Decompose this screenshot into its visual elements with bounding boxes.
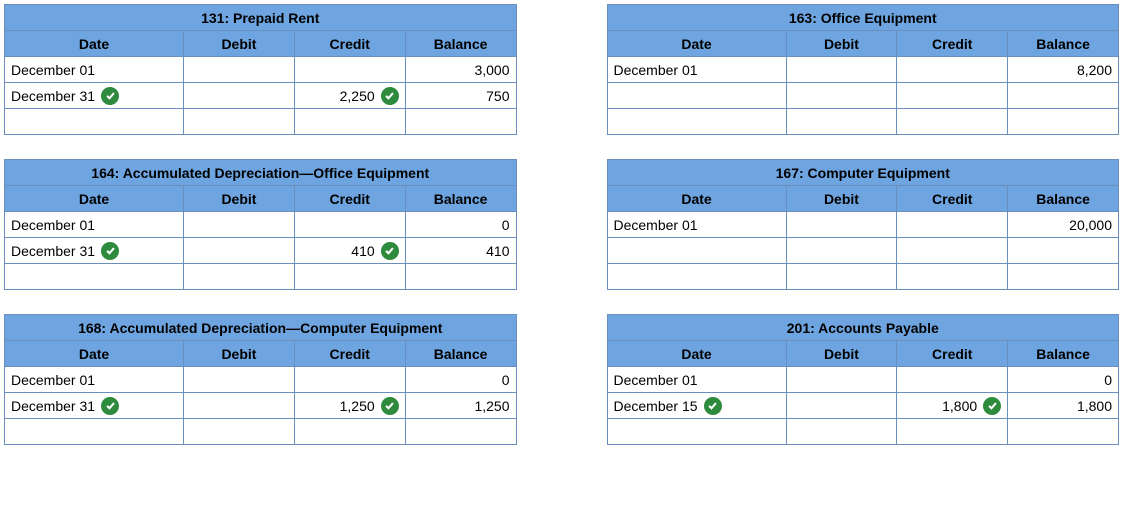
cell-date: December 31 xyxy=(11,398,95,414)
ledger-table: 163: Office EquipmentDateDebitCreditBala… xyxy=(607,4,1120,135)
cell-credit: 2,250 xyxy=(340,88,375,104)
cell-balance: 410 xyxy=(486,243,509,259)
ledger-row xyxy=(607,419,1119,445)
checkmark-icon xyxy=(101,242,119,260)
ledger-row xyxy=(5,264,517,290)
ledger-table: 167: Computer EquipmentDateDebitCreditBa… xyxy=(607,159,1120,290)
account-title: 201: Accounts Payable xyxy=(607,315,1119,341)
col-balance: Balance xyxy=(1008,341,1119,367)
ledger-row: December 01 20,000 xyxy=(607,212,1119,238)
ledger-row: December 01 0 xyxy=(5,367,517,393)
ledger-row xyxy=(607,83,1119,109)
cell-date: December 31 xyxy=(11,243,95,259)
col-credit: Credit xyxy=(897,186,1008,212)
account-title: 131: Prepaid Rent xyxy=(5,5,517,31)
cell-date: December 01 xyxy=(11,62,95,78)
cell-date: December 01 xyxy=(614,372,698,388)
col-date: Date xyxy=(607,341,786,367)
checkmark-icon xyxy=(704,397,722,415)
cell-date: December 01 xyxy=(11,217,95,233)
account-title: 167: Computer Equipment xyxy=(607,160,1119,186)
cell-balance: 1,250 xyxy=(474,398,509,414)
col-date: Date xyxy=(607,186,786,212)
ledger-row: December 01 0 xyxy=(5,212,517,238)
ledger-row xyxy=(5,109,517,135)
col-balance: Balance xyxy=(1008,186,1119,212)
account-title: 164: Accumulated Depreciation—Office Equ… xyxy=(5,160,517,186)
col-debit: Debit xyxy=(184,31,295,57)
ledger-row xyxy=(5,419,517,445)
col-date: Date xyxy=(5,31,184,57)
cell-date: December 31 xyxy=(11,88,95,104)
col-date: Date xyxy=(5,186,184,212)
col-debit: Debit xyxy=(786,186,897,212)
ledger-table: 164: Accumulated Depreciation—Office Equ… xyxy=(4,159,517,290)
cell-date: December 01 xyxy=(614,217,698,233)
ledger-grid: 131: Prepaid RentDateDebitCreditBalanceD… xyxy=(4,4,1119,445)
ledger-row xyxy=(607,238,1119,264)
ledger-row: December 15 1,800 1,800 xyxy=(607,393,1119,419)
cell-date: December 01 xyxy=(11,372,95,388)
account-title: 168: Accumulated Depreciation—Computer E… xyxy=(5,315,517,341)
ledger-row xyxy=(607,109,1119,135)
col-credit: Credit xyxy=(294,186,405,212)
col-debit: Debit xyxy=(184,186,295,212)
ledger-table: 131: Prepaid RentDateDebitCreditBalanceD… xyxy=(4,4,517,135)
cell-balance: 0 xyxy=(1104,372,1112,388)
ledger-row: December 31 2,250 750 xyxy=(5,83,517,109)
col-date: Date xyxy=(607,31,786,57)
ledger-row: December 01 3,000 xyxy=(5,57,517,83)
ledger-row: December 01 0 xyxy=(607,367,1119,393)
checkmark-icon xyxy=(381,242,399,260)
cell-credit: 1,250 xyxy=(340,398,375,414)
col-balance: Balance xyxy=(405,341,516,367)
ledger-row: December 31 410 410 xyxy=(5,238,517,264)
ledger-table: 168: Accumulated Depreciation—Computer E… xyxy=(4,314,517,445)
cell-credit: 410 xyxy=(351,243,374,259)
col-credit: Credit xyxy=(294,341,405,367)
cell-credit: 1,800 xyxy=(942,398,977,414)
checkmark-icon xyxy=(381,87,399,105)
cell-balance: 1,800 xyxy=(1077,398,1112,414)
cell-balance: 8,200 xyxy=(1077,62,1112,78)
ledger-row xyxy=(607,264,1119,290)
col-debit: Debit xyxy=(184,341,295,367)
cell-date: December 15 xyxy=(614,398,698,414)
cell-balance: 0 xyxy=(502,372,510,388)
ledger-row: December 31 1,250 1,250 xyxy=(5,393,517,419)
col-date: Date xyxy=(5,341,184,367)
checkmark-icon xyxy=(101,397,119,415)
col-balance: Balance xyxy=(405,186,516,212)
ledger-row: December 01 8,200 xyxy=(607,57,1119,83)
cell-balance: 0 xyxy=(502,217,510,233)
cell-balance: 750 xyxy=(486,88,509,104)
col-debit: Debit xyxy=(786,31,897,57)
cell-balance: 20,000 xyxy=(1069,217,1112,233)
checkmark-icon xyxy=(983,397,1001,415)
col-balance: Balance xyxy=(1008,31,1119,57)
checkmark-icon xyxy=(101,87,119,105)
col-credit: Credit xyxy=(897,341,1008,367)
checkmark-icon xyxy=(381,397,399,415)
col-credit: Credit xyxy=(897,31,1008,57)
col-credit: Credit xyxy=(294,31,405,57)
col-balance: Balance xyxy=(405,31,516,57)
account-title: 163: Office Equipment xyxy=(607,5,1119,31)
cell-balance: 3,000 xyxy=(474,62,509,78)
col-debit: Debit xyxy=(786,341,897,367)
ledger-table: 201: Accounts PayableDateDebitCreditBala… xyxy=(607,314,1120,445)
cell-date: December 01 xyxy=(614,62,698,78)
